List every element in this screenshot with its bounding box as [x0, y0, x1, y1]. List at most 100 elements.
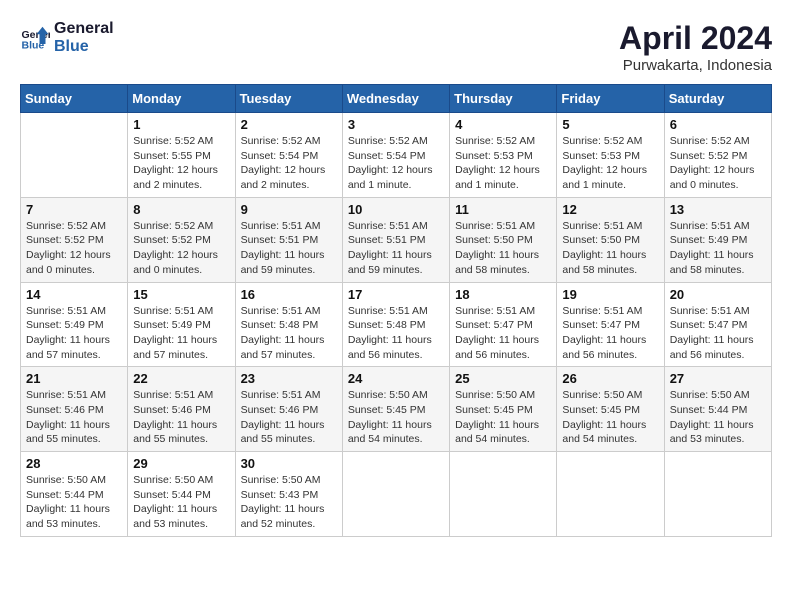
day-info: Sunrise: 5:50 AM Sunset: 5:44 PM Dayligh…: [133, 473, 229, 532]
calendar-cell: [342, 452, 449, 537]
weekday-header-sunday: Sunday: [21, 85, 128, 113]
day-number: 19: [562, 287, 658, 302]
calendar-cell: 12 Sunrise: 5:51 AM Sunset: 5:50 PM Dayli…: [557, 197, 664, 282]
day-info: Sunrise: 5:51 AM Sunset: 5:50 PM Dayligh…: [562, 219, 658, 278]
day-number: 1: [133, 117, 229, 132]
calendar-week-4: 21 Sunrise: 5:51 AM Sunset: 5:46 PM Dayli…: [21, 367, 772, 452]
day-info: Sunrise: 5:51 AM Sunset: 5:48 PM Dayligh…: [348, 304, 444, 363]
logo-icon: General Blue: [20, 23, 50, 53]
calendar-cell: 30Sunrise: 5:50 AM Sunset: 5:43 PM Dayli…: [235, 452, 342, 537]
day-number: 21: [26, 371, 122, 386]
day-info: Sunrise: 5:51 AM Sunset: 5:47 PM Dayligh…: [670, 304, 766, 363]
calendar-cell: 14 Sunrise: 5:51 AM Sunset: 5:49 PM Dayli…: [21, 282, 128, 367]
calendar-cell: [450, 452, 557, 537]
day-number: 24: [348, 371, 444, 386]
day-info: Sunrise: 5:52 AM Sunset: 5:53 PM Dayligh…: [562, 134, 658, 193]
day-info: Sunrise: 5:50 AM Sunset: 5:45 PM Dayligh…: [348, 388, 444, 447]
calendar-cell: [557, 452, 664, 537]
calendar-cell: 26Sunrise: 5:50 AM Sunset: 5:45 PM Dayli…: [557, 367, 664, 452]
day-info: Sunrise: 5:52 AM Sunset: 5:52 PM Dayligh…: [670, 134, 766, 193]
day-info: Sunrise: 5:51 AM Sunset: 5:47 PM Dayligh…: [562, 304, 658, 363]
calendar-cell: 25 Sunrise: 5:50 AM Sunset: 5:45 PM Dayli…: [450, 367, 557, 452]
day-number: 18: [455, 287, 551, 302]
page-header: General Blue General Blue April 2024 Pur…: [20, 20, 772, 74]
day-number: 4: [455, 117, 551, 132]
day-number: 25: [455, 371, 551, 386]
calendar-body: 1 Sunrise: 5:52 AM Sunset: 5:55 PM Daylig…: [21, 113, 772, 537]
calendar-cell: 28 Sunrise: 5:50 AM Sunset: 5:44 PM Dayli…: [21, 452, 128, 537]
day-number: 6: [670, 117, 766, 132]
calendar-cell: 21 Sunrise: 5:51 AM Sunset: 5:46 PM Dayli…: [21, 367, 128, 452]
day-info: Sunrise: 5:50 AM Sunset: 5:45 PM Dayligh…: [562, 388, 658, 447]
weekday-header-row: SundayMondayTuesdayWednesdayThursdayFrid…: [21, 85, 772, 113]
day-info: Sunrise: 5:52 AM Sunset: 5:55 PM Dayligh…: [133, 134, 229, 193]
day-number: 3: [348, 117, 444, 132]
weekday-header-saturday: Saturday: [664, 85, 771, 113]
day-number: 12: [562, 202, 658, 217]
calendar-cell: 23 Sunrise: 5:51 AM Sunset: 5:46 PM Dayli…: [235, 367, 342, 452]
calendar-cell: 7 Sunrise: 5:52 AM Sunset: 5:52 PM Daylig…: [21, 197, 128, 282]
calendar-cell: 22 Sunrise: 5:51 AM Sunset: 5:46 PM Dayli…: [128, 367, 235, 452]
calendar-cell: 3Sunrise: 5:52 AM Sunset: 5:54 PM Daylig…: [342, 113, 449, 198]
day-number: 9: [241, 202, 337, 217]
calendar-cell: 6 Sunrise: 5:52 AM Sunset: 5:52 PM Daylig…: [664, 113, 771, 198]
calendar-week-1: 1 Sunrise: 5:52 AM Sunset: 5:55 PM Daylig…: [21, 113, 772, 198]
day-info: Sunrise: 5:51 AM Sunset: 5:48 PM Dayligh…: [241, 304, 337, 363]
calendar-cell: 11Sunrise: 5:51 AM Sunset: 5:50 PM Dayli…: [450, 197, 557, 282]
title-block: April 2024 Purwakarta, Indonesia: [619, 20, 772, 74]
calendar-cell: 29Sunrise: 5:50 AM Sunset: 5:44 PM Dayli…: [128, 452, 235, 537]
day-number: 30: [241, 456, 337, 471]
day-info: Sunrise: 5:52 AM Sunset: 5:54 PM Dayligh…: [241, 134, 337, 193]
weekday-header-friday: Friday: [557, 85, 664, 113]
calendar-cell: 9Sunrise: 5:51 AM Sunset: 5:51 PM Daylig…: [235, 197, 342, 282]
calendar-cell: 16 Sunrise: 5:51 AM Sunset: 5:48 PM Dayli…: [235, 282, 342, 367]
calendar-cell: [664, 452, 771, 537]
day-info: Sunrise: 5:51 AM Sunset: 5:46 PM Dayligh…: [133, 388, 229, 447]
day-number: 28: [26, 456, 122, 471]
day-number: 5: [562, 117, 658, 132]
day-info: Sunrise: 5:52 AM Sunset: 5:52 PM Dayligh…: [26, 219, 122, 278]
weekday-header-tuesday: Tuesday: [235, 85, 342, 113]
day-number: 13: [670, 202, 766, 217]
calendar-cell: 15Sunrise: 5:51 AM Sunset: 5:49 PM Dayli…: [128, 282, 235, 367]
day-number: 8: [133, 202, 229, 217]
day-info: Sunrise: 5:51 AM Sunset: 5:49 PM Dayligh…: [670, 219, 766, 278]
day-number: 14: [26, 287, 122, 302]
day-info: Sunrise: 5:51 AM Sunset: 5:46 PM Dayligh…: [241, 388, 337, 447]
day-number: 22: [133, 371, 229, 386]
day-info: Sunrise: 5:51 AM Sunset: 5:46 PM Dayligh…: [26, 388, 122, 447]
day-number: 20: [670, 287, 766, 302]
calendar-cell: 4 Sunrise: 5:52 AM Sunset: 5:53 PM Daylig…: [450, 113, 557, 198]
day-number: 17: [348, 287, 444, 302]
day-number: 23: [241, 371, 337, 386]
calendar-cell: 5 Sunrise: 5:52 AM Sunset: 5:53 PM Daylig…: [557, 113, 664, 198]
calendar-week-5: 28 Sunrise: 5:50 AM Sunset: 5:44 PM Dayli…: [21, 452, 772, 537]
calendar-cell: 8 Sunrise: 5:52 AM Sunset: 5:52 PM Daylig…: [128, 197, 235, 282]
calendar-cell: 27Sunrise: 5:50 AM Sunset: 5:44 PM Dayli…: [664, 367, 771, 452]
day-info: Sunrise: 5:50 AM Sunset: 5:44 PM Dayligh…: [670, 388, 766, 447]
day-info: Sunrise: 5:51 AM Sunset: 5:51 PM Dayligh…: [348, 219, 444, 278]
day-number: 7: [26, 202, 122, 217]
day-info: Sunrise: 5:51 AM Sunset: 5:49 PM Dayligh…: [26, 304, 122, 363]
month-year: April 2024: [619, 20, 772, 57]
calendar-week-2: 7 Sunrise: 5:52 AM Sunset: 5:52 PM Daylig…: [21, 197, 772, 282]
day-info: Sunrise: 5:52 AM Sunset: 5:53 PM Dayligh…: [455, 134, 551, 193]
day-info: Sunrise: 5:52 AM Sunset: 5:52 PM Dayligh…: [133, 219, 229, 278]
day-number: 11: [455, 202, 551, 217]
calendar-week-3: 14 Sunrise: 5:51 AM Sunset: 5:49 PM Dayli…: [21, 282, 772, 367]
calendar-cell: 2 Sunrise: 5:52 AM Sunset: 5:54 PM Daylig…: [235, 113, 342, 198]
day-number: 2: [241, 117, 337, 132]
day-info: Sunrise: 5:50 AM Sunset: 5:45 PM Dayligh…: [455, 388, 551, 447]
day-info: Sunrise: 5:50 AM Sunset: 5:44 PM Dayligh…: [26, 473, 122, 532]
logo: General Blue General Blue: [20, 20, 114, 55]
calendar-cell: 24 Sunrise: 5:50 AM Sunset: 5:45 PM Dayli…: [342, 367, 449, 452]
calendar-cell: 13 Sunrise: 5:51 AM Sunset: 5:49 PM Dayli…: [664, 197, 771, 282]
logo-blue: Blue: [54, 38, 114, 56]
calendar-cell: 1 Sunrise: 5:52 AM Sunset: 5:55 PM Daylig…: [128, 113, 235, 198]
calendar-cell: 17 Sunrise: 5:51 AM Sunset: 5:48 PM Dayli…: [342, 282, 449, 367]
day-number: 16: [241, 287, 337, 302]
calendar-cell: 19 Sunrise: 5:51 AM Sunset: 5:47 PM Dayli…: [557, 282, 664, 367]
calendar-cell: 10Sunrise: 5:51 AM Sunset: 5:51 PM Dayli…: [342, 197, 449, 282]
weekday-header-monday: Monday: [128, 85, 235, 113]
day-number: 15: [133, 287, 229, 302]
